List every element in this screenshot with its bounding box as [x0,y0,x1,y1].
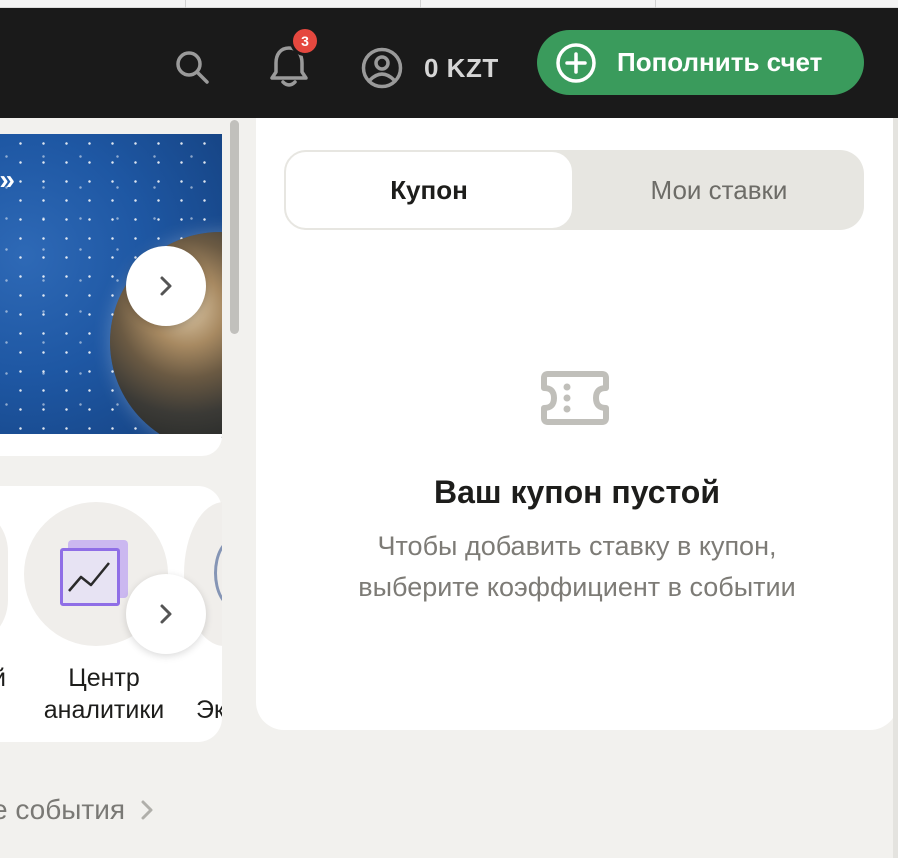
shortcut-label: й [0,662,6,694]
window-edge [893,118,898,858]
shortcut-label: Эк [196,696,222,724]
shortcut-analytics-label: Центр аналитики [43,664,165,724]
plus-circle-icon [556,42,596,83]
browser-top-strip [0,0,898,8]
shortcuts-carousel: й Центр аналитики Эк [0,486,222,742]
chevron-right-icon [160,604,172,624]
main-content: !» й Центр ан [0,118,222,858]
empty-coupon-title: Ваш купон пустой [434,474,720,510]
ticket-icon [541,371,609,425]
balance-amount: 0 KZT [424,52,499,83]
shortcut-tile[interactable] [0,504,8,648]
notifications-badge: 3 [290,26,320,56]
top-header: 3 0 KZT Пополнить счет [0,8,898,118]
topup-button-label: Пополнить счет [617,47,823,77]
search-icon [176,51,209,84]
account-balance-button[interactable]: 0 KZT [360,42,499,94]
user-circle-icon [361,47,403,89]
banner-headline: !» [0,164,15,195]
notifications-button[interactable]: 3 [264,26,320,92]
strip-divider [420,0,421,8]
chevron-right-icon [141,800,153,820]
chevron-right-icon [160,276,172,296]
empty-coupon-text-line: Чтобы добавить ставку в купон, [377,531,777,561]
coupon-panel: Купон Мои ставки Ваш купон пустой Чтобы … [256,118,898,730]
topup-account-button[interactable]: Пополнить счет [537,30,864,95]
content-scrollbar[interactable] [230,120,239,334]
tab-coupon[interactable]: Купон [284,150,574,230]
shortcuts-next-button[interactable] [126,574,206,654]
strip-divider [185,0,186,8]
banner-next-button[interactable] [126,246,206,326]
globe-icon [214,538,222,608]
search-button[interactable] [170,45,214,89]
tab-my-bets[interactable]: Мои ставки [574,150,864,230]
banner-card-footer [0,434,222,456]
section-title: е события [0,794,126,825]
strip-divider [655,0,656,8]
empty-coupon-text-line: выберите коэффициент в событии [358,572,796,602]
analytics-chart-icon [60,540,132,612]
coupon-tabs: Купон Мои ставки [284,150,864,230]
events-section-link[interactable]: е события [0,794,157,826]
empty-coupon-text: Чтобы добавить ставку в купон, выберите … [256,526,898,608]
